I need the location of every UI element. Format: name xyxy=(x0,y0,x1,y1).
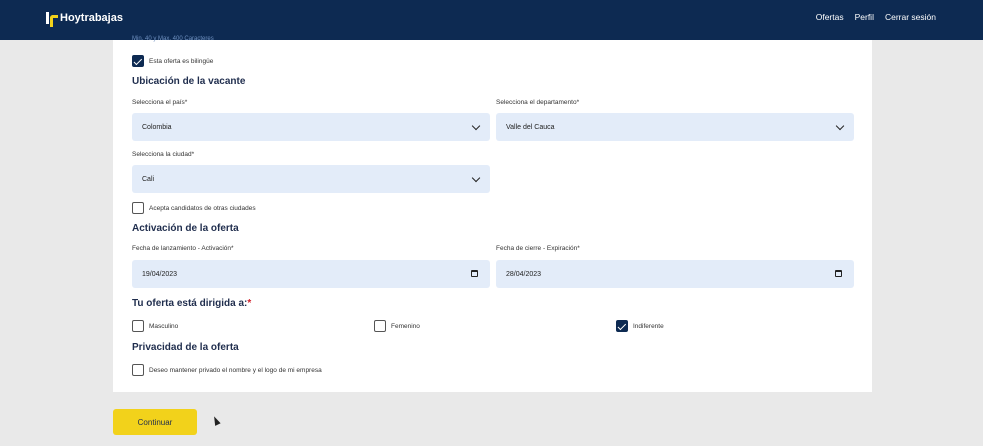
bilingual-label: Esta oferta es bilingüe xyxy=(149,57,214,65)
chevron-down-icon xyxy=(471,121,481,131)
other-cities-label: Acepta candidatos de otras ciudades xyxy=(149,204,256,212)
femenino-checkbox[interactable] xyxy=(374,320,386,332)
bilingual-checkbox[interactable] xyxy=(132,55,144,67)
brand-logo[interactable]: Hoytrabajas xyxy=(46,12,123,27)
country-value: Colombia xyxy=(142,123,172,131)
logo-icon xyxy=(46,12,58,27)
expiry-date-value: 28/04/2023 xyxy=(506,270,542,278)
mouse-cursor-icon xyxy=(211,415,221,426)
indiferente-checkbox[interactable] xyxy=(616,320,628,332)
other-cities-checkbox[interactable] xyxy=(132,202,144,214)
form-card xyxy=(113,40,872,392)
target-title: Tu oferta está dirigida a:* xyxy=(132,298,251,309)
bilingual-checkbox-row[interactable]: Esta oferta es bilingüe xyxy=(132,55,213,67)
activation-title: Activación de la oferta xyxy=(132,223,239,234)
launch-date-value: 19/04/2023 xyxy=(142,270,178,278)
launch-date-label: Fecha de lanzamiento - Activación* xyxy=(132,245,234,252)
nav-ofertas[interactable]: Ofertas xyxy=(816,12,844,22)
target-title-text: Tu oferta está dirigida a: xyxy=(132,298,248,309)
femenino-label: Femenino xyxy=(391,322,420,330)
department-label: Selecciona el departamento* xyxy=(496,99,580,106)
calendar-icon[interactable] xyxy=(835,270,842,277)
target-option-indiferente[interactable]: Indiferente xyxy=(616,320,664,332)
chevron-down-icon xyxy=(835,121,845,131)
target-option-femenino[interactable]: Femenino xyxy=(374,320,420,332)
privacy-title: Privacidad de la oferta xyxy=(132,342,239,353)
privacy-checkbox[interactable] xyxy=(132,364,144,376)
nav-perfil[interactable]: Perfil xyxy=(855,12,874,22)
expiry-date-label: Fecha de cierre - Expiración* xyxy=(496,245,580,252)
privacy-label: Deseo mantener privado el nombre y el lo… xyxy=(149,366,322,374)
char-hint: Min. 40 y Max. 400 Caracteres xyxy=(132,36,214,42)
calendar-icon[interactable] xyxy=(471,270,478,277)
location-title: Ubicación de la vacante xyxy=(132,76,246,87)
city-value: Cali xyxy=(142,175,155,183)
expiry-date-input[interactable]: 28/04/2023 xyxy=(496,260,854,288)
privacy-checkbox-row[interactable]: Deseo mantener privado el nombre y el lo… xyxy=(132,364,322,376)
city-label: Selecciona la ciudad* xyxy=(132,151,195,158)
department-value: Valle del Cauca xyxy=(506,123,555,131)
launch-date-input[interactable]: 19/04/2023 xyxy=(132,260,490,288)
top-navbar: Hoytrabajas Ofertas Perfil Cerrar sesión xyxy=(0,0,983,40)
nav-menu: Ofertas Perfil Cerrar sesión xyxy=(816,12,936,22)
country-label: Selecciona el país* xyxy=(132,99,188,106)
indiferente-label: Indiferente xyxy=(633,322,664,330)
country-select[interactable]: Colombia xyxy=(132,113,490,141)
continue-button[interactable]: Continuar xyxy=(113,409,197,435)
nav-cerrar-sesion[interactable]: Cerrar sesión xyxy=(885,12,936,22)
required-mark: * xyxy=(247,298,252,309)
chevron-down-icon xyxy=(471,173,481,183)
masculino-label: Masculino xyxy=(149,322,179,330)
brand-name: Hoytrabajas xyxy=(60,12,123,24)
city-select[interactable]: Cali xyxy=(132,165,490,193)
department-select[interactable]: Valle del Cauca xyxy=(496,113,854,141)
other-cities-checkbox-row[interactable]: Acepta candidatos de otras ciudades xyxy=(132,202,256,214)
target-option-masculino[interactable]: Masculino xyxy=(132,320,178,332)
masculino-checkbox[interactable] xyxy=(132,320,144,332)
